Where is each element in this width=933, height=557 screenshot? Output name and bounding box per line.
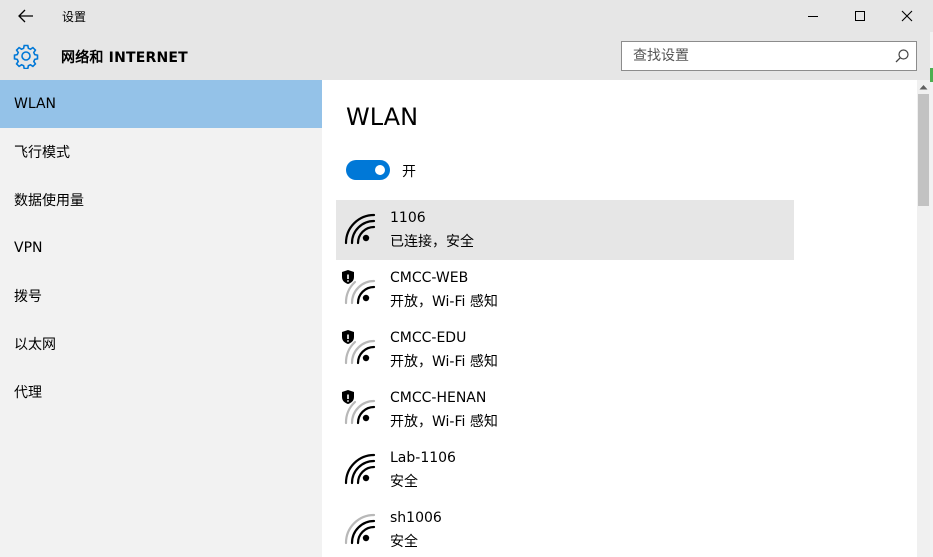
network-item[interactable]: CMCC-EDU 开放，Wi-Fi 感知	[336, 320, 794, 380]
sidebar-item-dialup[interactable]: 拨号	[0, 272, 322, 320]
minimize-button[interactable]	[790, 0, 836, 32]
settings-header: 网络和 INTERNET	[0, 32, 933, 80]
network-name: CMCC-EDU	[390, 330, 467, 346]
scroll-thumb[interactable]	[918, 94, 929, 206]
search-input[interactable]	[622, 42, 882, 70]
window-title: 设置	[62, 10, 87, 24]
maximize-icon	[855, 11, 865, 21]
scroll-up-button[interactable]	[917, 82, 930, 92]
main-content: WLAN 开 1106 已连接，安全 CMCC-WEB 开放，Wi-Fi 感知 …	[322, 80, 917, 557]
network-item[interactable]: sh1006 安全	[336, 500, 794, 557]
search-icon[interactable]	[894, 48, 910, 64]
wifi-signal-icon	[344, 453, 376, 485]
wifi-open-shield-icon	[342, 270, 376, 305]
close-icon	[901, 10, 913, 22]
sidebar: WLAN 飞行模式 数据使用量 VPN 拨号 以太网 代理	[0, 80, 322, 557]
network-name: CMCC-HENAN	[390, 390, 487, 406]
back-arrow-icon	[18, 9, 33, 23]
network-status: 开放，Wi-Fi 感知	[390, 294, 498, 310]
network-status: 安全	[390, 474, 418, 490]
minimize-icon	[808, 16, 818, 17]
chevron-up-icon	[919, 85, 928, 90]
close-button[interactable]	[884, 0, 930, 32]
toggle-state-label: 开	[402, 164, 416, 180]
wifi-open-shield-icon	[342, 330, 376, 365]
sidebar-item-wlan[interactable]: WLAN	[0, 80, 322, 128]
settings-window: 设置 网络和 INTERNET WLAN	[0, 0, 933, 557]
sidebar-item-vpn[interactable]: VPN	[0, 224, 322, 272]
network-item[interactable]: CMCC-WEB 开放，Wi-Fi 感知	[336, 260, 794, 320]
page-category-title: 网络和 INTERNET	[61, 50, 188, 66]
sidebar-item-proxy[interactable]: 代理	[0, 368, 322, 416]
network-name: sh1006	[390, 510, 442, 526]
network-name: CMCC-WEB	[390, 270, 469, 286]
back-button[interactable]	[10, 4, 42, 28]
wifi-signal-weak-icon	[344, 513, 376, 545]
wifi-signal-icon	[344, 213, 376, 245]
network-status: 已连接，安全	[390, 234, 474, 250]
page-title: WLAN	[346, 103, 419, 131]
network-item[interactable]: 1106 已连接，安全	[336, 200, 794, 260]
sidebar-item-data-usage[interactable]: 数据使用量	[0, 176, 322, 224]
maximize-button[interactable]	[837, 0, 883, 32]
wifi-open-shield-icon	[342, 390, 376, 425]
toggle-knob	[375, 165, 385, 175]
network-name: Lab-1106	[390, 450, 456, 466]
network-status: 安全	[390, 534, 418, 550]
network-item[interactable]: CMCC-HENAN 开放，Wi-Fi 感知	[336, 380, 794, 440]
network-item[interactable]: Lab-1106 安全	[336, 440, 794, 500]
sidebar-item-ethernet[interactable]: 以太网	[0, 320, 322, 368]
content-scrollbar[interactable]	[917, 80, 930, 557]
wlan-toggle[interactable]	[346, 160, 390, 180]
network-status: 开放，Wi-Fi 感知	[390, 354, 498, 370]
gear-icon	[13, 44, 39, 69]
title-bar: 设置	[0, 0, 933, 32]
network-name: 1106	[390, 210, 426, 226]
sidebar-item-airplane-mode[interactable]: 飞行模式	[0, 128, 322, 176]
network-status: 开放，Wi-Fi 感知	[390, 414, 498, 430]
search-box[interactable]	[621, 41, 917, 71]
